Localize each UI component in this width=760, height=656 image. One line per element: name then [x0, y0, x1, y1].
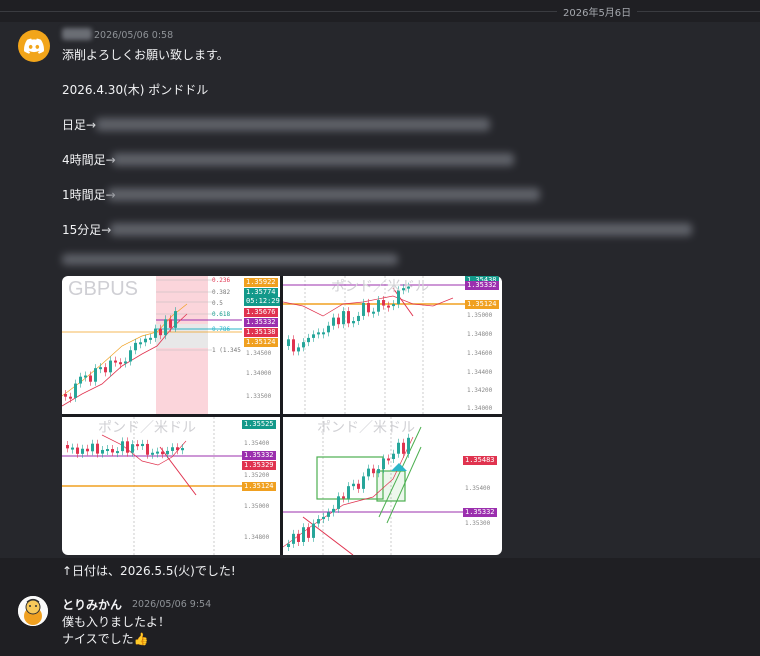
fib-level: 0.618	[212, 311, 231, 318]
price-tag: 1.35525	[242, 420, 276, 429]
axis-label: 1.34800	[244, 534, 270, 541]
user-avatar[interactable]	[18, 596, 48, 626]
price-tag: 1.35138	[244, 328, 278, 337]
message-2-line-1: 僕も入りましたよ！	[62, 615, 171, 629]
fib-level: 0.382	[212, 289, 231, 296]
fib-level: 0.786	[212, 326, 231, 333]
redacted-text	[110, 223, 692, 236]
chart-1h-image[interactable]: ポンド／米ドル 1.35525 1.35400 1.35332 1.35329 …	[62, 417, 280, 555]
message-1-line-6: 15分足→	[62, 223, 112, 237]
axis-label: 1.34000	[246, 370, 272, 377]
fib-level: 0.5	[212, 300, 223, 307]
message-1-line-3: 日足→	[62, 118, 97, 132]
chart-1h-title: ポンド／米ドル	[98, 420, 196, 436]
chart-daily-symbol: GBPUS	[68, 278, 139, 300]
axis-label: 1.34600	[467, 350, 493, 357]
chart-attachment-grid[interactable]: GBPUS 0.236 0.382 0.5 0.618 0.786 1 (1.3…	[62, 276, 502, 555]
redacted-text	[96, 118, 490, 131]
price-tag: 1.35124	[242, 482, 276, 491]
price-tag: 1.35676	[244, 308, 278, 317]
message-1-line-4: 4時間足→	[62, 153, 116, 167]
price-tag: 1.35124	[465, 300, 499, 309]
message-2-line-2: ナイスでした👍	[62, 632, 149, 646]
message-1-line-1: 添削よろしくお願い致します。	[62, 48, 229, 62]
chart-4h-title: ポンド／米ドル	[331, 279, 429, 295]
message-1-line-2: 2026.4.30(木) ポンドドル	[62, 83, 209, 97]
price-tag: 1.35124	[244, 338, 278, 347]
chart-15m-image[interactable]: ポンド／米ドル 1.35483 1.35400 1.35332 1.35300	[283, 417, 502, 555]
chart-4h-image[interactable]: ポンド／米ドル 1.35438 1.35332 1.35124 1.35000 …	[283, 276, 502, 414]
price-tag: 1.35483	[463, 456, 497, 465]
date-divider-label: 2026年5月6日	[557, 4, 638, 19]
price-tag: 1.35332	[463, 508, 497, 517]
axis-label: 1.35400	[244, 440, 270, 447]
redacted-text	[62, 254, 398, 265]
redacted-text	[108, 188, 540, 201]
fib-level: 1 (1.345	[212, 347, 241, 354]
axis-label: 1.34500	[246, 350, 272, 357]
axis-label: 1.34800	[467, 331, 493, 338]
axis-label: 1.34000	[467, 405, 493, 412]
chart-15m-title: ポンド／米ドル	[317, 420, 415, 436]
axis-label: 1.35300	[465, 520, 491, 527]
axis-label: 1.33500	[246, 393, 272, 400]
price-tag: 05:12:29	[244, 297, 280, 306]
username-redacted[interactable]	[62, 28, 92, 40]
message-1-line-7: ↑日付は、2026.5.5(火)でした!	[62, 564, 236, 578]
axis-label: 1.34400	[467, 369, 493, 376]
axis-label: 1.35400	[465, 485, 491, 492]
message-2-timestamp: 2026/05/06 9:54	[132, 599, 212, 610]
axis-label: 1.35200	[244, 472, 270, 479]
price-tag: 1.35332	[242, 451, 276, 460]
message-2-username[interactable]: とりみかん	[62, 596, 122, 613]
axis-label: 1.35000	[244, 503, 270, 510]
price-tag: 1.35774	[244, 288, 278, 297]
price-tag: 1.35332	[244, 318, 278, 327]
fib-level: 0.236	[212, 277, 231, 284]
price-tag: 1.35332	[465, 281, 499, 290]
message-1-timestamp: 2026/05/06 0:58	[94, 30, 174, 41]
price-tag: 1.35922	[244, 278, 278, 287]
price-tag: 1.35329	[242, 461, 276, 470]
axis-label: 1.34200	[467, 387, 493, 394]
date-divider: 2026年5月6日	[0, 0, 760, 22]
axis-label: 1.35000	[467, 312, 493, 319]
redacted-text	[112, 153, 514, 166]
discord-avatar-icon[interactable]	[18, 30, 50, 62]
chart-daily-image[interactable]: GBPUS 0.236 0.382 0.5 0.618 0.786 1 (1.3…	[62, 276, 280, 414]
